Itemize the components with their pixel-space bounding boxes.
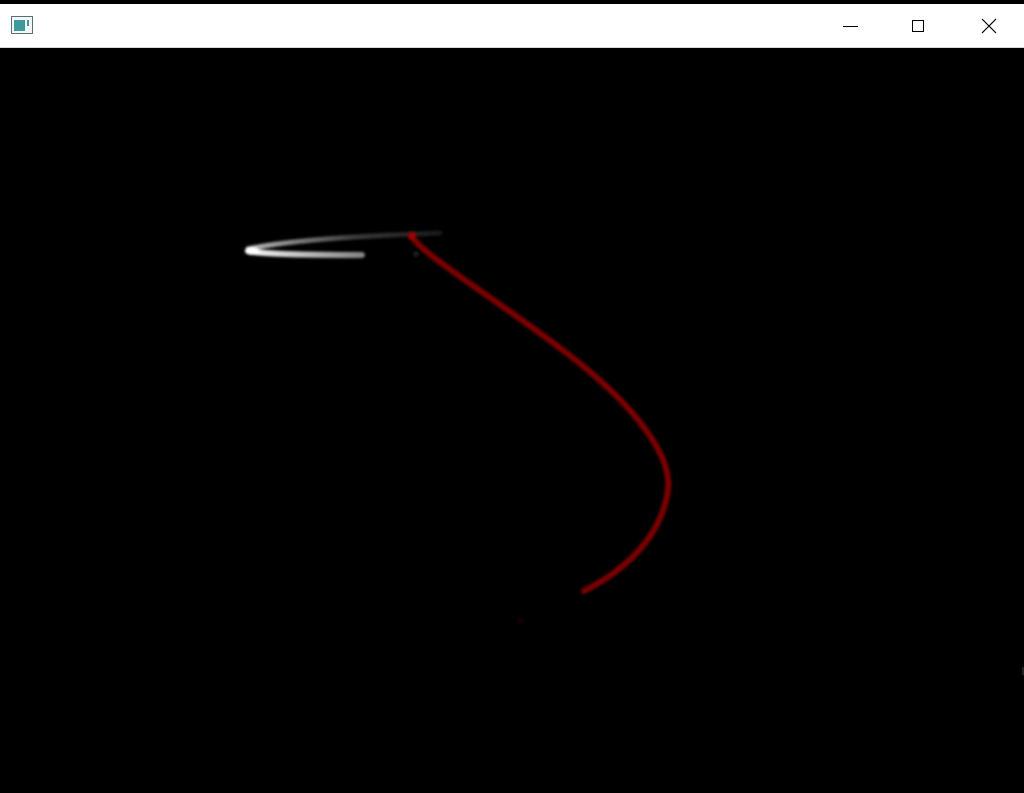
white-trail-head <box>245 247 259 255</box>
trail-scene <box>245 230 672 624</box>
minimize-icon <box>842 25 858 27</box>
close-button[interactable] <box>966 4 1012 48</box>
trail-faint-dot <box>413 251 419 257</box>
maximize-button[interactable] <box>895 4 941 48</box>
close-icon <box>981 18 997 34</box>
red-trail-head <box>408 232 416 240</box>
app-icon-strip <box>27 20 29 26</box>
minimize-button[interactable] <box>827 4 873 48</box>
title-bar[interactable] <box>0 4 1024 48</box>
red-trail-curve <box>408 232 672 594</box>
red-faint-dot <box>518 618 524 624</box>
app-window-icon[interactable] <box>11 16 33 34</box>
application-window <box>0 0 1024 793</box>
maximize-icon <box>912 20 924 32</box>
app-icon-fill <box>14 20 25 31</box>
white-trail-lower <box>245 248 365 258</box>
red-trail <box>408 232 672 624</box>
